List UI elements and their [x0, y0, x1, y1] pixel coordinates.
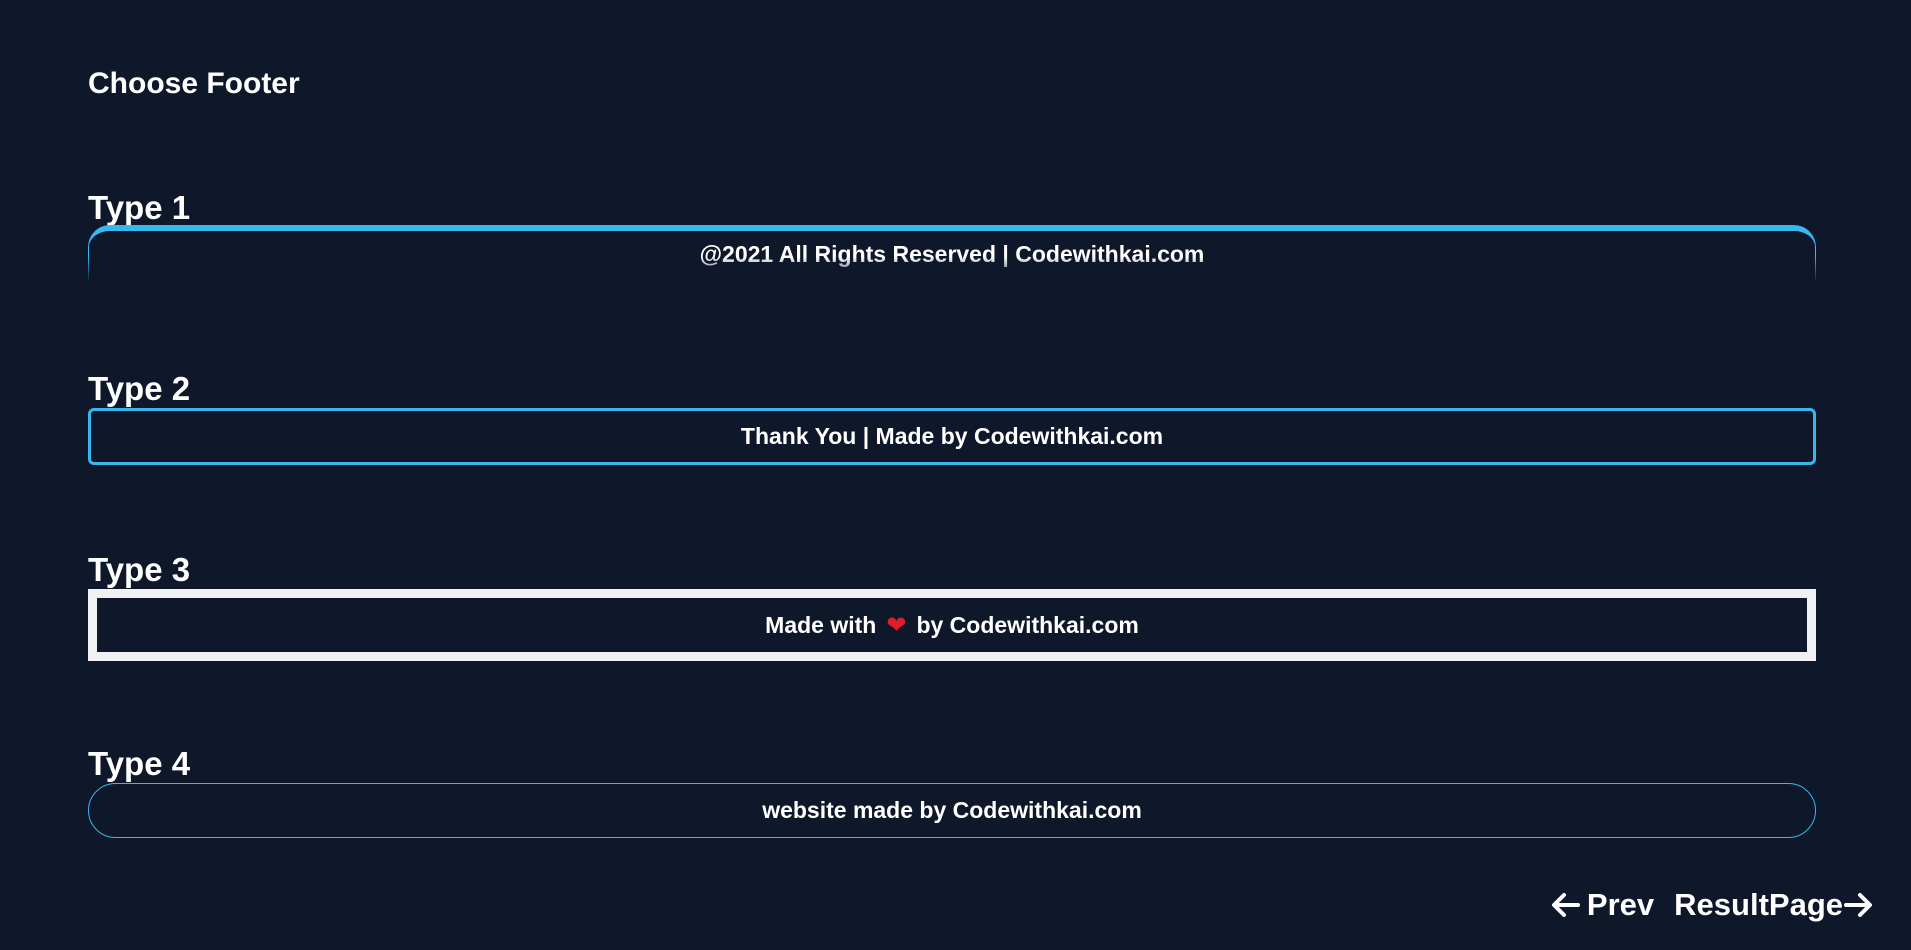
type-4-label: Type 4 — [88, 745, 191, 782]
prev-label: Prev — [1586, 887, 1655, 922]
footer-type-4[interactable]: website made by Codewithkai.com — [88, 783, 1816, 838]
footer-type-3-text-after: by Codewithkai.com — [916, 611, 1139, 638]
type-2-label: Type 2 — [88, 370, 191, 407]
page: Choose Footer Type 1 @2021 All Rights Re… — [0, 0, 1911, 950]
footer-type-1[interactable]: @2021 All Rights Reserved | Codewithkai.… — [88, 225, 1816, 283]
arrow-right-icon — [1843, 892, 1873, 918]
footer-type-2[interactable]: Thank You | Made by Codewithkai.com — [88, 408, 1816, 465]
arrow-left-icon — [1551, 892, 1581, 918]
footer-type-3-text-before: Made with — [765, 611, 877, 638]
footer-type-3[interactable]: Made with ❤ by Codewithkai.com — [88, 589, 1816, 661]
type-3-label: Type 3 — [88, 551, 191, 588]
page-title: Choose Footer — [88, 67, 300, 100]
page-navigation: Prev ResultPage — [1551, 887, 1873, 923]
prev-button[interactable]: Prev — [1551, 887, 1654, 923]
result-page-label: ResultPage — [1674, 887, 1843, 922]
heart-icon: ❤ — [886, 612, 907, 639]
footer-type-2-text: Thank You | Made by Codewithkai.com — [740, 423, 1164, 449]
footer-type-4-text: website made by Codewithkai.com — [762, 797, 1142, 823]
result-page-button[interactable]: ResultPage — [1674, 887, 1873, 923]
type-1-label: Type 1 — [88, 189, 191, 226]
footer-type-1-text: @2021 All Rights Reserved | Codewithkai.… — [699, 240, 1205, 267]
